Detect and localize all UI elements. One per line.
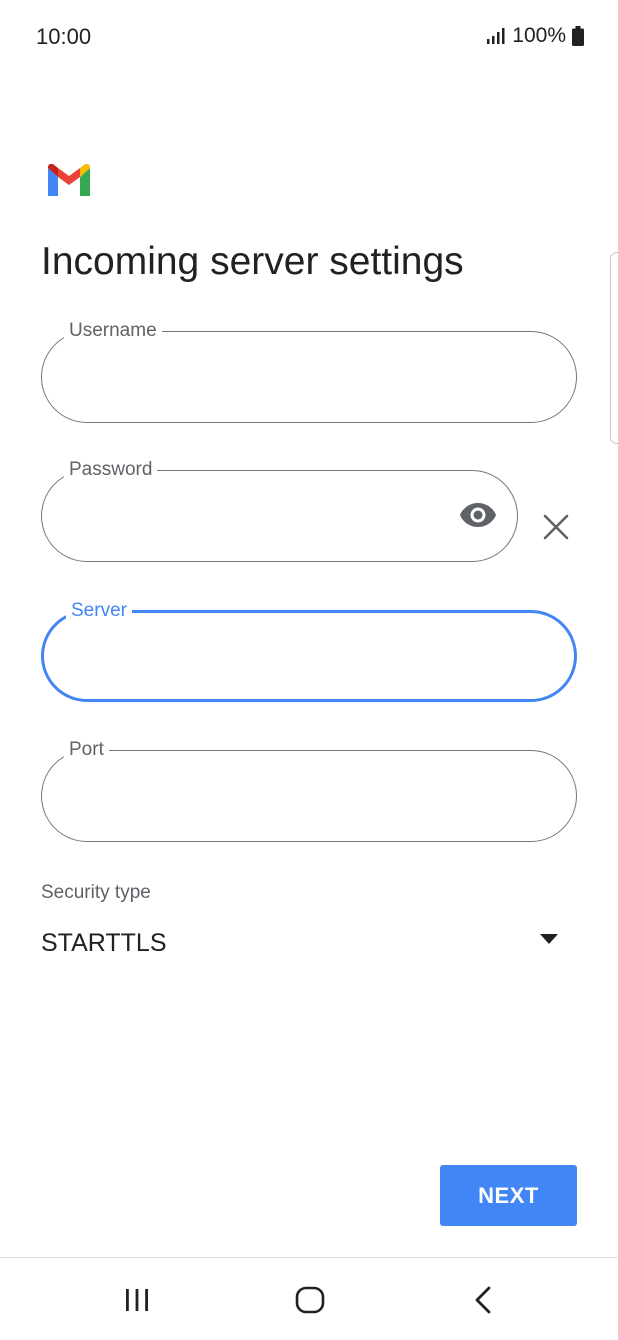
status-indicators: 100% <box>486 24 584 48</box>
close-icon[interactable] <box>543 514 569 540</box>
port-field[interactable]: Port <box>41 739 577 842</box>
eye-icon[interactable] <box>459 501 497 529</box>
battery-icon <box>572 26 584 46</box>
server-label: Server <box>66 600 132 622</box>
dropdown-arrow-icon <box>540 931 558 944</box>
scroll-indicator <box>610 252 618 444</box>
status-bar: 10:00 100% <box>0 0 618 72</box>
security-type-dropdown[interactable]: STARTTLS <box>41 915 576 975</box>
battery-percent: 100% <box>512 24 566 47</box>
home-icon[interactable] <box>280 1278 340 1322</box>
port-label: Port <box>64 739 109 761</box>
username-input[interactable] <box>68 358 550 394</box>
port-input[interactable] <box>68 777 550 813</box>
security-type-label: Security type <box>41 882 151 903</box>
password-field[interactable]: Password <box>41 459 518 562</box>
navigation-bar <box>0 1258 618 1340</box>
next-button[interactable]: NEXT <box>440 1165 577 1226</box>
signal-icon <box>486 27 506 45</box>
username-label: Username <box>64 320 162 342</box>
password-input[interactable] <box>68 497 447 533</box>
username-field[interactable]: Username <box>41 320 577 423</box>
gmail-logo <box>48 163 90 196</box>
back-icon[interactable] <box>453 1278 513 1322</box>
password-label: Password <box>64 459 158 481</box>
security-type-value: STARTTLS <box>41 929 167 957</box>
server-input[interactable] <box>70 639 548 675</box>
page-title: Incoming server settings <box>41 240 464 283</box>
server-field[interactable]: Server <box>41 600 577 702</box>
status-time: 10:00 <box>36 24 92 49</box>
recents-icon[interactable] <box>107 1278 167 1322</box>
